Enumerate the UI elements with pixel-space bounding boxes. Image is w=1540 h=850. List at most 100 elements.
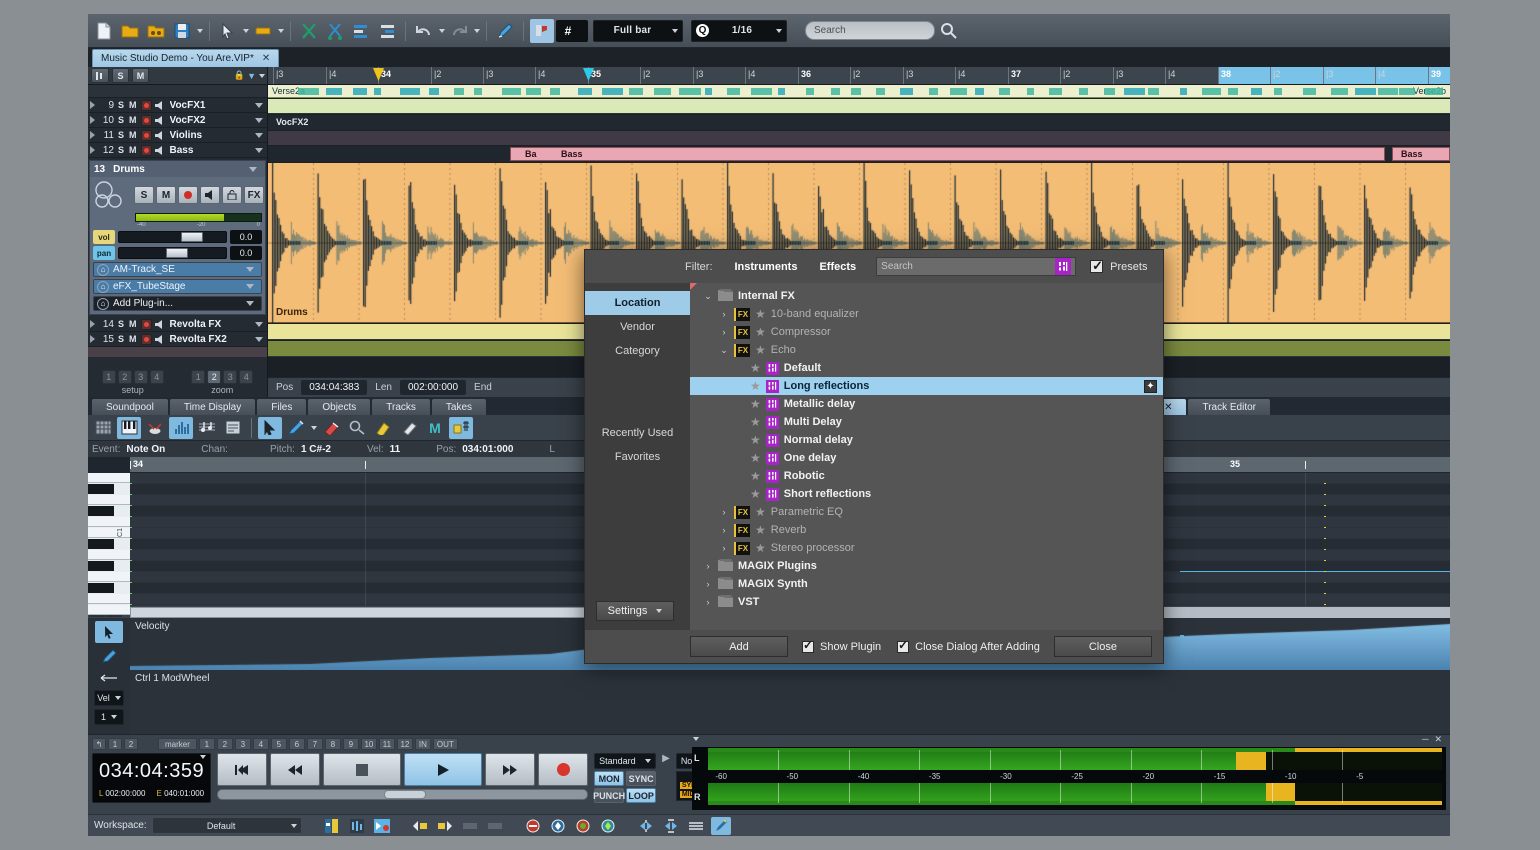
chevron-right-icon[interactable]: › bbox=[703, 597, 713, 607]
piano-key-white[interactable] bbox=[88, 572, 130, 582]
favorite-star-icon[interactable]: ★ bbox=[755, 542, 766, 554]
chevron-down-icon[interactable] bbox=[246, 301, 254, 306]
glue-icon[interactable] bbox=[397, 417, 421, 439]
forward-button[interactable] bbox=[485, 753, 535, 786]
meters-resize-icon[interactable] bbox=[693, 737, 699, 741]
marker-button[interactable]: 9 bbox=[343, 738, 359, 750]
dialog-sidebar-item[interactable]: Location bbox=[585, 291, 690, 315]
record-arm-button[interactable] bbox=[141, 145, 152, 156]
chevron-down-icon[interactable] bbox=[255, 103, 263, 108]
undo-history-button[interactable]: 1 bbox=[108, 738, 122, 750]
piano-key-white[interactable] bbox=[88, 473, 130, 483]
presets-checkbox[interactable] bbox=[1090, 260, 1103, 273]
close-button[interactable]: Close bbox=[1054, 636, 1152, 657]
plugin-tree-row[interactable]: › FX ★ Compressor bbox=[690, 323, 1163, 341]
plugin-tree-row[interactable]: ★ Default bbox=[690, 359, 1163, 377]
zoom-fit-icon[interactable] bbox=[686, 817, 706, 835]
align-right-icon[interactable] bbox=[375, 19, 399, 43]
solo-all-button[interactable]: S bbox=[112, 68, 129, 83]
plugin-tree-row[interactable]: › MAGIX Synth bbox=[690, 575, 1163, 593]
editor-tab[interactable]: Track Editor bbox=[1188, 399, 1270, 415]
select-arrow-icon[interactable] bbox=[95, 621, 123, 643]
marker-button[interactable]: 2 bbox=[217, 738, 233, 750]
mute-button[interactable]: M bbox=[128, 319, 138, 329]
expand-arrow-icon[interactable]: ▶ bbox=[662, 753, 670, 764]
solo-button[interactable]: S bbox=[117, 334, 125, 344]
piano-key-black[interactable] bbox=[88, 561, 114, 571]
monitor-icon[interactable] bbox=[155, 145, 167, 156]
piano-key-black[interactable] bbox=[88, 583, 114, 593]
meters-close-icon[interactable]: ✕ bbox=[1434, 734, 1442, 745]
plugin-tree-row[interactable]: › FX ★ 10-band equalizer bbox=[690, 305, 1163, 323]
search-input[interactable]: Search bbox=[805, 21, 935, 40]
chevron-down-icon[interactable] bbox=[255, 133, 263, 138]
zoom-preset-button[interactable]: 3 bbox=[223, 370, 237, 384]
chevron-down-icon[interactable] bbox=[255, 337, 263, 342]
redo-icon[interactable] bbox=[447, 19, 471, 43]
chevron-down-icon[interactable] bbox=[255, 118, 263, 123]
editor-tab[interactable]: Objects bbox=[308, 399, 370, 415]
pos-value[interactable]: 034:04:383 bbox=[301, 380, 367, 395]
marker-in-button[interactable]: IN bbox=[415, 738, 431, 750]
marker-button[interactable]: 12 bbox=[397, 738, 413, 750]
eraser-icon[interactable] bbox=[319, 417, 343, 439]
close-icon[interactable]: ✕ bbox=[262, 53, 270, 64]
filter-instruments-button[interactable]: Instruments bbox=[735, 261, 798, 273]
track-row[interactable]: 15 S M Revolta FX2 bbox=[88, 332, 267, 347]
close-icon[interactable]: ✕ bbox=[1164, 402, 1172, 413]
plugin-tree-row[interactable]: ★ One delay bbox=[690, 449, 1163, 467]
load-project-icon[interactable] bbox=[144, 19, 168, 43]
meters-minimize-icon[interactable]: ─ bbox=[1422, 734, 1428, 744]
piano-keys[interactable]: C1 Cell Vel. Vel bbox=[88, 457, 130, 734]
favorite-star-icon[interactable]: ★ bbox=[750, 452, 761, 464]
marker-button[interactable]: 3 bbox=[235, 738, 251, 750]
editor-tab[interactable]: Files bbox=[257, 399, 306, 415]
favorite-star-icon[interactable]: ★ bbox=[750, 362, 761, 374]
undo-history-button[interactable]: 2 bbox=[124, 738, 138, 750]
record-arm-button[interactable] bbox=[141, 319, 152, 330]
monitor-icon[interactable] bbox=[155, 115, 167, 126]
redo-caret[interactable] bbox=[474, 29, 480, 33]
marker-green-icon[interactable] bbox=[573, 817, 593, 835]
solo-button[interactable]: S bbox=[117, 100, 125, 110]
chevron-down-icon[interactable]: ⌄ bbox=[719, 345, 729, 356]
monitor-icon[interactable] bbox=[155, 319, 167, 330]
marker-label[interactable]: marker bbox=[158, 738, 197, 750]
marker-out-button[interactable]: OUT bbox=[433, 738, 458, 750]
plugin-tree-row[interactable]: › FX ★ Stereo processor bbox=[690, 539, 1163, 557]
expand-arrow-icon[interactable] bbox=[90, 131, 95, 139]
monitor-button[interactable] bbox=[200, 186, 220, 204]
setup-preset-button[interactable]: 2 bbox=[118, 370, 132, 384]
plugin-tree-row[interactable]: ★ Long reflections ✦ bbox=[690, 377, 1163, 395]
pan-slider[interactable] bbox=[118, 247, 227, 259]
track-lane-bass[interactable]: Ba Bass Bass bbox=[268, 146, 1450, 162]
record-button[interactable] bbox=[538, 753, 588, 786]
mute-button[interactable]: M bbox=[128, 145, 138, 155]
mixer-icon[interactable] bbox=[322, 817, 342, 835]
setup-preset-button[interactable]: 4 bbox=[150, 370, 164, 384]
grid-view-icon[interactable] bbox=[91, 417, 115, 439]
zoom-icon[interactable] bbox=[345, 417, 369, 439]
marker-button[interactable]: 4 bbox=[253, 738, 269, 750]
transport-scrollbar[interactable] bbox=[217, 789, 588, 800]
track-row[interactable]: 11 S M Violins bbox=[88, 128, 267, 143]
plugin-slot[interactable]: ⌂ eFX_TubeStage bbox=[93, 279, 262, 294]
object-tool-caret[interactable] bbox=[278, 29, 284, 33]
solo-button[interactable]: S bbox=[117, 319, 125, 329]
settings-button[interactable]: Settings bbox=[596, 601, 674, 621]
mute-button[interactable]: M bbox=[128, 130, 138, 140]
marker-button[interactable]: 1 bbox=[199, 738, 215, 750]
favorite-star-icon[interactable]: ★ bbox=[755, 506, 766, 518]
piano-key-white[interactable] bbox=[88, 550, 130, 560]
list-icon[interactable] bbox=[221, 417, 245, 439]
record-arm-button[interactable] bbox=[141, 130, 152, 141]
clip-bass-2[interactable]: Bass bbox=[1392, 147, 1450, 161]
plugin-tree[interactable]: ⌄ Internal FX › FX ★ 10-band equalizer › FX ★ Com… bbox=[690, 283, 1163, 630]
plugin-tree-row[interactable]: ★ Normal delay bbox=[690, 431, 1163, 449]
range-right-icon[interactable] bbox=[485, 817, 505, 835]
quantize-select[interactable]: Q 1/16 bbox=[691, 20, 787, 42]
favorite-star-icon[interactable]: ★ bbox=[755, 308, 766, 320]
record-monitor-icon[interactable] bbox=[372, 817, 392, 835]
chevron-right-icon[interactable]: › bbox=[703, 561, 713, 571]
mute-button[interactable]: M bbox=[128, 334, 138, 344]
